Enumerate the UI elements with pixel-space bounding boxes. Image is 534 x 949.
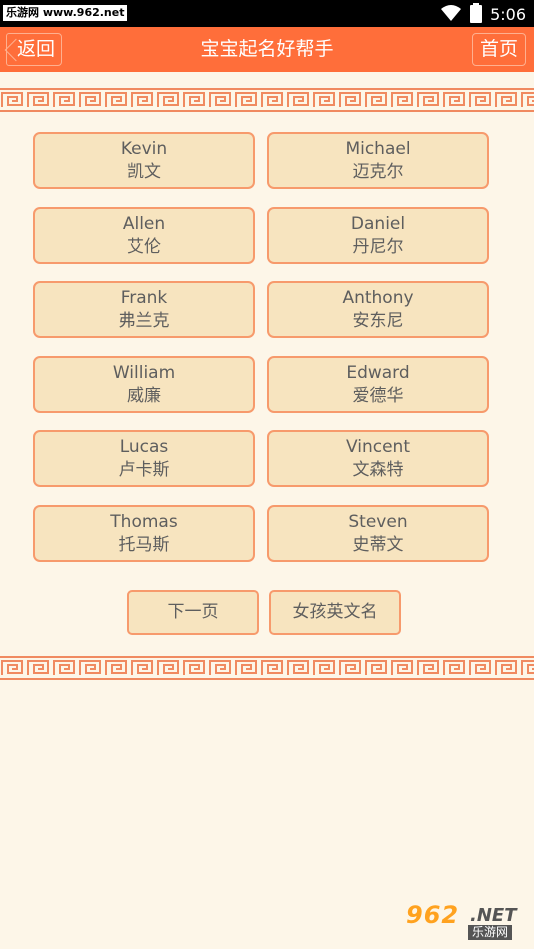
status-time: 5:06 — [490, 5, 526, 24]
logo-number: 962 — [406, 901, 460, 929]
name-chinese: 文森特 — [352, 460, 404, 480]
name-button[interactable]: Allen 艾伦 — [33, 207, 255, 264]
page-title: 宝宝起名好帮手 — [200, 38, 334, 60]
name-button[interactable]: Kevin 凯文 — [33, 132, 255, 189]
name-chinese: 凯文 — [127, 162, 161, 182]
name-chinese: 史蒂文 — [352, 535, 404, 555]
name-button[interactable]: Michael 迈克尔 — [267, 132, 489, 189]
name-button[interactable]: Thomas 托马斯 — [33, 505, 255, 562]
name-chinese: 迈克尔 — [352, 162, 404, 182]
name-button[interactable]: Vincent 文森特 — [267, 430, 489, 487]
name-chinese: 托马斯 — [118, 535, 170, 555]
status-watermark: 乐游网 www.962.net — [3, 5, 128, 21]
name-chinese: 爱德华 — [352, 386, 404, 406]
watermark-logo: 962 .NET 乐游网 — [398, 901, 526, 941]
name-english: Daniel — [350, 214, 406, 234]
name-english: Michael — [345, 139, 411, 159]
name-chinese: 威廉 — [127, 386, 161, 406]
name-english: Anthony — [342, 288, 414, 308]
name-button[interactable]: William 威廉 — [33, 356, 255, 413]
name-english: William — [112, 363, 176, 383]
status-icons: 5:06 — [440, 3, 526, 27]
girl-names-button[interactable]: 女孩英文名 — [269, 590, 401, 635]
name-button[interactable]: Edward 爱德华 — [267, 356, 489, 413]
name-chinese: 卢卡斯 — [118, 460, 170, 480]
name-english: Steven — [348, 512, 408, 532]
name-button[interactable]: Lucas 卢卡斯 — [33, 430, 255, 487]
logo-suffix: .NET — [470, 905, 517, 926]
name-chinese: 弗兰克 — [118, 311, 170, 331]
battery-icon — [470, 3, 483, 27]
name-button[interactable]: Frank 弗兰克 — [33, 281, 255, 338]
wifi-icon — [440, 4, 462, 26]
name-english: Lucas — [119, 437, 169, 457]
name-english: Kevin — [120, 139, 168, 159]
name-english: Edward — [346, 363, 410, 383]
next-page-button[interactable]: 下一页 — [127, 590, 259, 635]
name-english: Allen — [122, 214, 166, 234]
name-button[interactable]: Daniel 丹尼尔 — [267, 207, 489, 264]
logo-cn: 乐游网 — [468, 925, 513, 940]
home-button[interactable]: 首页 — [472, 33, 526, 66]
fret-pattern-icon — [0, 656, 534, 680]
name-chinese: 丹尼尔 — [352, 237, 404, 257]
name-chinese: 艾伦 — [127, 237, 161, 257]
status-bar: 乐游网 www.962.net 5:06 — [0, 0, 534, 27]
name-chinese: 安东尼 — [352, 311, 404, 331]
back-button[interactable]: 返回 — [4, 33, 62, 66]
name-button[interactable]: Steven 史蒂文 — [267, 505, 489, 562]
name-english: Thomas — [110, 512, 178, 532]
top-fret-border — [0, 88, 534, 112]
bottom-fret-border — [0, 656, 534, 680]
name-english: Vincent — [346, 437, 410, 457]
fret-pattern-icon — [0, 88, 534, 112]
name-english: Frank — [120, 288, 168, 308]
app-bar: 宝宝起名好帮手 返回 首页 — [0, 27, 534, 72]
name-button[interactable]: Anthony 安东尼 — [267, 281, 489, 338]
